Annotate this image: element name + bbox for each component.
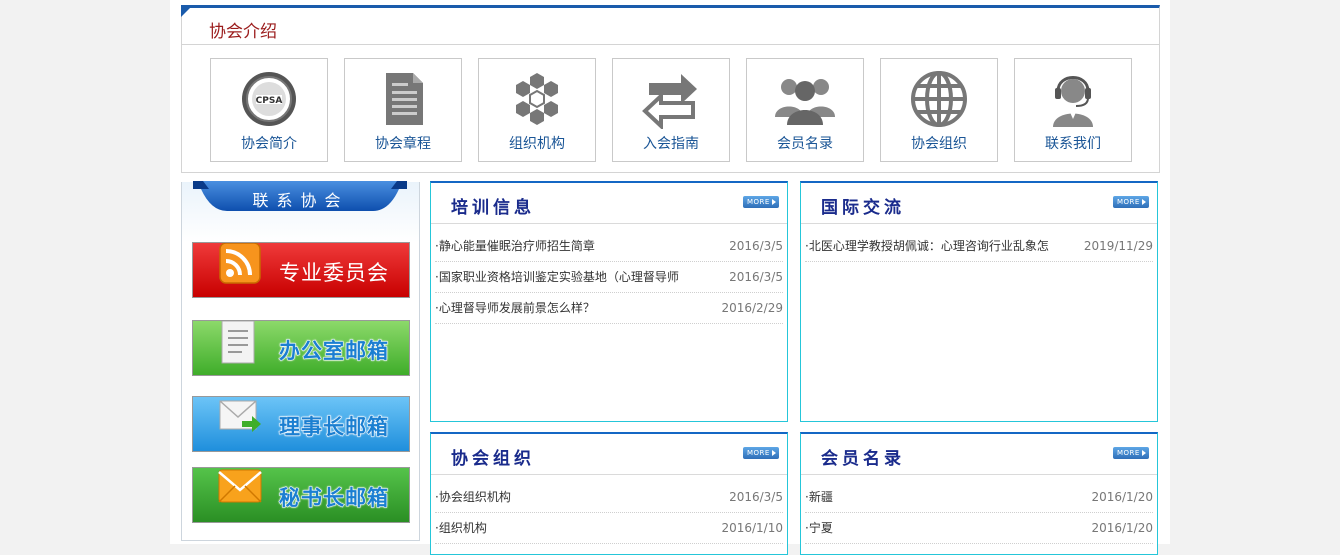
globe-icon [911,71,967,127]
panel-title: 培训信息 [451,198,535,218]
people-group-icon [775,79,835,125]
list-item: ·组织机构 2016/1/10 [435,513,783,544]
panel-header: 协会组织 MORE [431,434,787,475]
tile-label: 协会组织 [911,136,967,152]
news-date: 2016/3/5 [729,490,783,504]
news-date: 2016/3/5 [729,239,783,253]
news-date: 2016/1/20 [1091,521,1153,535]
news-list: ·静心能量催眠治疗师招生简章 2016/3/5 ·国家职业资格培训鉴定实验基地（心… [431,231,787,324]
tile-contact-us[interactable]: 联系我们 [1014,58,1132,162]
intro-section: 协会介绍 CPSA 协会简介 协会章程 组织机构 入会指南 会员名录 协会组织 … [181,5,1160,173]
news-list: ·北医心理学教授胡佩诚：心理咨询行业乱象怎 2019/11/29 [801,231,1157,262]
panel-international: 国际交流 MORE ·北医心理学教授胡佩诚：心理咨询行业乱象怎 2019/11/2… [800,181,1158,422]
news-link[interactable]: ·宁夏 [805,513,833,543]
list-item: ·新疆 2016/1/20 [805,482,1153,513]
tile-member-directory[interactable]: 会员名录 [746,58,864,162]
news-link[interactable]: ·北医心理学教授胡佩诚：心理咨询行业乱象怎 [805,231,1049,261]
tile-association-profile[interactable]: CPSA 协会简介 [210,58,328,162]
tile-association-org[interactable]: 协会组织 [880,58,998,162]
notepad-icon [221,321,255,364]
panel-training: 培训信息 MORE ·静心能量催眠治疗师招生简章 2016/3/5 ·国家职业资格… [430,181,788,422]
list-item: ·国家职业资格培训鉴定实验基地（心理督导师 2016/3/5 [435,262,783,293]
panel-organization: 协会组织 MORE ·协会组织机构 2016/3/5 ·组织机构 2016/1/10 [430,432,788,555]
more-button[interactable]: MORE [1113,447,1149,459]
office-mail-label: 办公室邮箱 [279,339,389,364]
seal-text: CPSA [256,96,283,106]
envelope-icon [218,469,262,503]
news-link[interactable]: ·心理督导师发展前景怎么样？ [435,293,595,323]
panel-title: 协会组织 [451,449,535,469]
mail-forward-icon [219,400,261,432]
panel-title: 会员名录 [821,449,905,469]
news-link[interactable]: ·协会组织机构 [435,482,511,512]
secretary-mail-label: 秘书长邮箱 [279,486,389,511]
news-link[interactable]: ·静心能量催眠治疗师招生简章 [435,231,595,261]
tile-label: 会员名录 [777,136,833,152]
headset-support-icon [1053,76,1093,127]
tile-membership-guide[interactable]: 入会指南 [612,58,730,162]
contact-title: 联系协会 [252,191,349,210]
arrow-exchange-icon [642,74,697,129]
rss-icon [219,243,261,284]
more-button[interactable]: MORE [743,196,779,208]
list-item: ·协会组织机构 2016/3/5 [435,482,783,513]
tile-label: 组织机构 [509,136,565,152]
panel-title: 国际交流 [821,198,905,218]
intro-title: 协会介绍 [209,22,277,42]
list-item: ·静心能量催眠治疗师招生简章 2016/3/5 [435,231,783,262]
news-link[interactable]: ·国家职业资格培训鉴定实验基地（心理督导师 [435,262,679,292]
office-mail-button[interactable]: 办公室邮箱 [192,320,410,376]
secretary-mail-button[interactable]: 秘书长邮箱 [192,467,410,523]
news-link[interactable]: ·新疆 [805,482,833,512]
document-icon [386,73,423,125]
panel-header: 会员名录 MORE [801,434,1157,475]
panel-member-directory: 会员名录 MORE ·新疆 2016/1/20 ·宁夏 2016/1/20 [800,432,1158,555]
list-item: ·心理督导师发展前景怎么样？ 2016/2/29 [435,293,783,324]
intro-header: 协会介绍 [182,8,1159,45]
list-item: ·宁夏 2016/1/20 [805,513,1153,544]
news-list: ·协会组织机构 2016/3/5 ·组织机构 2016/1/10 [431,482,787,544]
association-seal-icon: CPSA [242,72,296,126]
more-button[interactable]: MORE [743,447,779,459]
tile-label: 协会章程 [375,136,431,152]
news-date: 2016/3/5 [729,270,783,284]
committee-button[interactable]: 专业委员会 [192,242,410,298]
tile-label: 协会简介 [241,136,297,152]
committee-label: 专业委员会 [279,261,389,285]
news-date: 2016/1/20 [1091,490,1153,504]
tile-label: 入会指南 [643,136,699,152]
news-date: 2016/1/10 [721,521,783,535]
tile-charter[interactable]: 协会章程 [344,58,462,162]
chairman-mail-button[interactable]: 理事长邮箱 [192,396,410,452]
tile-organization[interactable]: 组织机构 [478,58,596,162]
more-button[interactable]: MORE [1113,196,1149,208]
hexagon-network-icon [516,73,558,125]
news-list: ·新疆 2016/1/20 ·宁夏 2016/1/20 [801,482,1157,544]
news-link[interactable]: ·组织机构 [435,513,487,543]
news-date: 2016/2/29 [721,301,783,315]
contact-panel: 联系协会 专业委员会 办公室邮箱 理事长邮箱 秘书长邮箱 [181,181,420,541]
tile-label: 联系我们 [1045,136,1101,152]
panel-header: 培训信息 MORE [431,183,787,224]
list-item: ·北医心理学教授胡佩诚：心理咨询行业乱象怎 2019/11/29 [805,231,1153,262]
page: 协会介绍 CPSA 协会简介 协会章程 组织机构 入会指南 会员名录 协会组织 … [170,0,1170,555]
chairman-mail-label: 理事长邮箱 [279,415,389,440]
news-date: 2019/11/29 [1083,239,1153,253]
panel-header: 国际交流 MORE [801,183,1157,224]
